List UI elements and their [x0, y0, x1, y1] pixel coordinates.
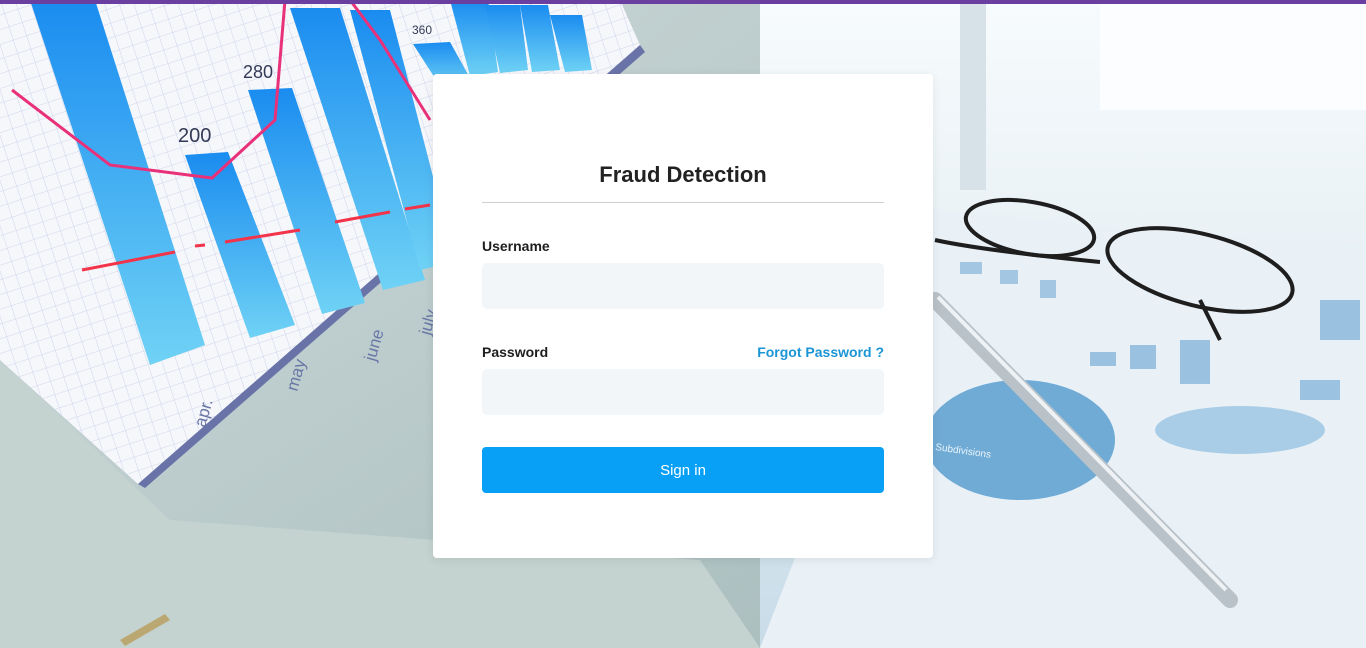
username-label: Username	[482, 238, 550, 254]
password-label: Password	[482, 344, 549, 360]
password-input[interactable]	[482, 369, 884, 415]
bar-label-360: 360	[412, 23, 432, 37]
username-input[interactable]	[482, 263, 884, 309]
sign-in-button[interactable]: Sign in	[482, 447, 884, 493]
bar-label-200: 200	[178, 125, 211, 147]
page-title: Fraud Detection	[599, 162, 767, 187]
top-accent-strip	[0, 0, 1366, 4]
login-page: Subdivisions 200 280 360 apr. may june j…	[0, 0, 1366, 648]
title-divider	[482, 202, 884, 203]
bar-label-280: 280	[243, 62, 273, 82]
forgot-password-link[interactable]: Forgot Password ?	[757, 344, 884, 360]
login-card: Fraud Detection Username Password Forgot…	[433, 74, 933, 558]
